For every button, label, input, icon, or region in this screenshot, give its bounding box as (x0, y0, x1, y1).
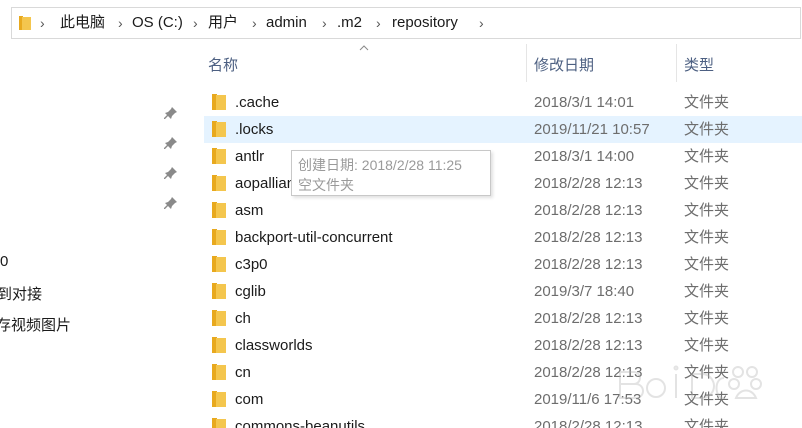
file-row[interactable]: backport-util-concurrent 2018/2/28 12:13… (204, 224, 802, 251)
breadcrumb-os-drive[interactable]: OS (C:) (132, 8, 183, 38)
file-type: 文件夹 (684, 256, 730, 273)
breadcrumb-separator-icon[interactable]: › (252, 8, 257, 38)
file-type: 文件夹 (684, 175, 730, 192)
pin-icon[interactable] (164, 136, 178, 150)
column-header-name[interactable]: 名称 (208, 54, 238, 75)
file-row[interactable]: asm 2018/2/28 12:13 文件夹 (204, 197, 802, 224)
file-date: 2018/2/28 12:13 (534, 202, 643, 219)
file-row-selected[interactable]: .locks 2019/11/21 10:57 文件夹 (204, 116, 802, 143)
column-divider[interactable] (526, 44, 527, 82)
tooltip-empty-folder: 空文件夹 (298, 177, 354, 193)
file-date: 2018/3/1 14:01 (534, 94, 635, 111)
nav-item[interactable]: 到对接 (0, 283, 42, 304)
breadcrumb-this-pc[interactable]: 此电脑 (60, 8, 105, 38)
file-date: 2018/2/28 12:13 (534, 229, 643, 246)
navigation-pane[interactable]: 0 到对接 存视频图片 (0, 42, 190, 428)
folder-icon (212, 94, 226, 110)
folder-icon (212, 202, 226, 218)
breadcrumb-separator-icon[interactable]: › (193, 8, 198, 38)
folder-icon (212, 121, 226, 137)
sort-ascending-icon (359, 45, 369, 51)
folder-icon (212, 175, 226, 191)
file-type: 文件夹 (684, 229, 730, 246)
file-name: .cache (235, 94, 280, 111)
file-row[interactable]: .cache 2018/3/1 14:01 文件夹 (204, 89, 802, 116)
file-name: cn (235, 364, 251, 381)
breadcrumb-m2[interactable]: .m2 (337, 8, 362, 38)
folder-icon (212, 391, 226, 407)
file-name: asm (235, 202, 264, 219)
file-date: 2018/2/28 12:13 (534, 175, 643, 192)
pin-icon[interactable] (164, 196, 178, 210)
file-name: ch (235, 310, 251, 327)
file-type: 文件夹 (684, 310, 730, 327)
breadcrumb-separator-icon[interactable]: › (40, 8, 45, 38)
breadcrumb-admin[interactable]: admin (266, 8, 307, 38)
file-name: backport-util-concurrent (235, 229, 393, 246)
file-name: c3p0 (235, 256, 268, 273)
file-name: .locks (235, 121, 274, 138)
file-date: 2018/2/28 12:13 (534, 256, 643, 273)
file-date: 2019/3/7 18:40 (534, 283, 635, 300)
watermark-logo (619, 365, 762, 399)
file-date: 2018/2/28 12:13 (534, 310, 643, 327)
folder-icon (212, 148, 226, 164)
folder-icon (212, 310, 226, 326)
breadcrumb-separator-icon[interactable]: › (118, 8, 123, 38)
breadcrumb-users[interactable]: 用户 (208, 8, 238, 38)
file-name: commons-beanutils (235, 418, 366, 428)
pin-icon[interactable] (164, 166, 178, 180)
file-date: 2019/11/21 10:57 (534, 121, 650, 138)
file-row[interactable]: c3p0 2018/2/28 12:13 文件夹 (204, 251, 802, 278)
file-name: cglib (235, 283, 266, 300)
tooltip-created-date: 创建日期: 2018/2/28 11:25 (298, 157, 462, 173)
folder-icon (212, 364, 226, 380)
breadcrumb-separator-icon[interactable]: › (479, 8, 484, 38)
breadcrumb-separator-icon[interactable]: › (322, 8, 327, 38)
column-divider[interactable] (676, 44, 677, 82)
file-row[interactable]: ch 2018/2/28 12:13 文件夹 (204, 305, 802, 332)
file-type: 文件夹 (684, 283, 730, 300)
file-name: classworlds (235, 337, 313, 354)
file-date: 2018/3/1 14:00 (534, 148, 635, 165)
file-name: com (235, 391, 264, 408)
pin-icon[interactable] (164, 106, 178, 120)
nav-item[interactable]: 0 (0, 253, 8, 270)
tooltip: 创建日期: 2018/2/28 11:25 空文件夹 (291, 150, 491, 196)
file-name: antlr (235, 148, 265, 165)
breadcrumb-separator-icon[interactable]: › (376, 8, 381, 38)
file-type: 文件夹 (684, 148, 730, 165)
folder-icon (212, 256, 226, 272)
folder-icon (212, 337, 226, 353)
folder-icon (19, 16, 31, 30)
file-type: 文件夹 (684, 121, 730, 138)
file-type: 文件夹 (684, 94, 730, 111)
column-header-date[interactable]: 修改日期 (534, 54, 594, 75)
file-row[interactable]: cglib 2019/3/7 18:40 文件夹 (204, 278, 802, 305)
address-bar[interactable]: › 此电脑 › OS (C:) › 用户 › admin › .m2 › rep… (11, 7, 801, 39)
folder-icon (212, 283, 226, 299)
folder-icon (212, 418, 226, 428)
file-type: 文件夹 (684, 202, 730, 219)
breadcrumb-repository[interactable]: repository (392, 8, 458, 38)
column-header-type[interactable]: 类型 (684, 54, 714, 75)
nav-item[interactable]: 存视频图片 (0, 314, 71, 335)
folder-icon (212, 229, 226, 245)
